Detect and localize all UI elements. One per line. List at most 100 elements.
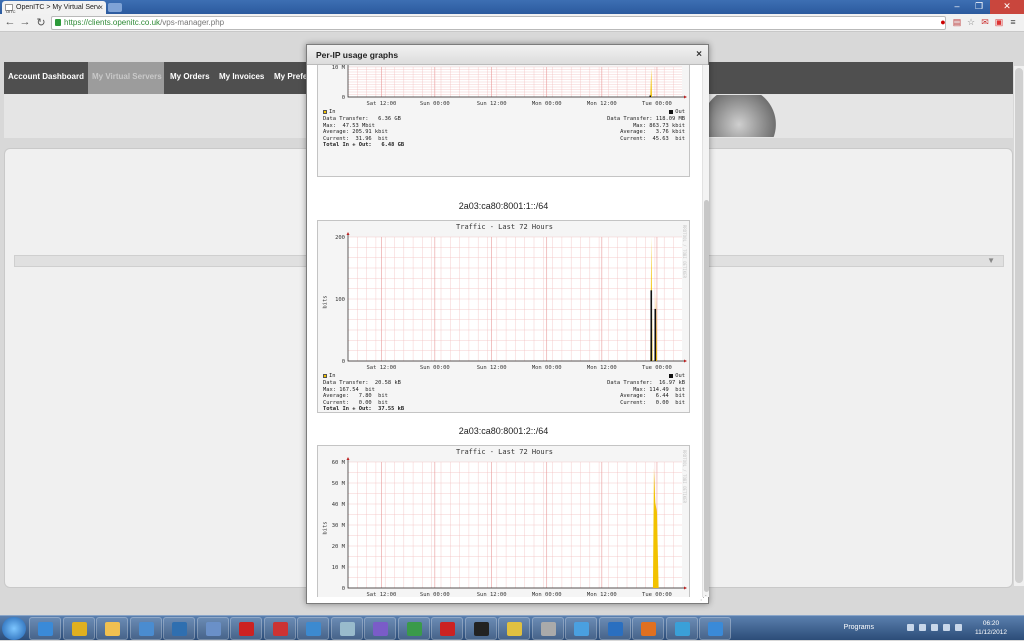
nav-account-dashboard[interactable]: Account Dashboard bbox=[4, 62, 88, 94]
tray-security-icon[interactable] bbox=[943, 624, 950, 631]
x-tick-label: Sun 12:00 bbox=[477, 365, 507, 371]
globe-graphic bbox=[707, 95, 787, 137]
tab-title: OpenITC > My Virtual Serv bbox=[16, 4, 100, 11]
bookmark-star-icon[interactable]: ☆ bbox=[966, 17, 976, 28]
window-close-button[interactable]: ✕ bbox=[990, 0, 1024, 14]
page-scroll-thumb[interactable] bbox=[1015, 68, 1023, 583]
browser-toolbar: ← → ↻ https://clients.openitc.co.uk/vps-… bbox=[0, 14, 1024, 32]
modal-scrollbar[interactable] bbox=[702, 65, 709, 597]
y-tick-label: 100 bbox=[335, 297, 345, 303]
y-axis-arrow bbox=[346, 232, 350, 235]
taskbar-app-18[interactable] bbox=[632, 617, 664, 640]
forward-arrow-icon[interactable]: → bbox=[18, 16, 32, 28]
out-statistics: Data Transfer: 118.09 MB Max: 863.73 kbi… bbox=[607, 116, 685, 142]
in-statistics: Data Transfer: 20.58 kB Max: 167.54 bit … bbox=[323, 380, 401, 406]
taskbar-app-5[interactable] bbox=[196, 617, 229, 640]
excel-icon bbox=[406, 622, 422, 636]
reload-icon[interactable]: ↻ bbox=[34, 16, 48, 29]
y-tick-label: 20 M bbox=[332, 544, 346, 550]
out-statistics: Data Transfer: 16.97 kB Max: 114.49 bit … bbox=[607, 380, 685, 406]
taskbar-app-15[interactable] bbox=[531, 617, 564, 640]
taskbar-app-14[interactable] bbox=[498, 617, 530, 640]
in-legend-swatch bbox=[323, 373, 327, 378]
nav-my-virtual-servers[interactable]: My Virtual Servers bbox=[88, 62, 164, 94]
extension-icon[interactable]: ▤ bbox=[952, 17, 962, 28]
rrdtool-watermark: RRDTOOL / TOBI OETIKER bbox=[682, 225, 687, 278]
taskbar-app-19[interactable] bbox=[665, 617, 698, 640]
x-tick-label: Tue 00:00 bbox=[642, 365, 672, 371]
resize-grip-icon[interactable]: ⋰ bbox=[700, 594, 707, 602]
gmail-icon[interactable]: ✉ bbox=[980, 17, 990, 28]
in-legend-swatch bbox=[323, 109, 327, 114]
chevron-down-icon[interactable]: ▼ bbox=[987, 256, 995, 265]
tray-volume-icon[interactable] bbox=[931, 624, 938, 631]
site-favicon-icon: OITC bbox=[5, 4, 16, 14]
y-axis-label: bits bbox=[322, 295, 329, 309]
ip-prefix-heading: 2a03:ca80:8001:2::/64 bbox=[458, 426, 549, 436]
in-legend-label: In bbox=[329, 109, 336, 115]
out-legend-swatch bbox=[669, 373, 674, 378]
new-tab-button[interactable] bbox=[108, 3, 122, 12]
traffic-graph: 10 M 0 Sat 12:00 Sun 00:00 Sun 12:00 Mon 00:0… bbox=[317, 65, 690, 177]
taskbar-app-10[interactable] bbox=[364, 617, 396, 640]
taskbar-app-16[interactable] bbox=[565, 617, 597, 640]
out-series-bar bbox=[650, 290, 653, 361]
total-in-out: Total In + Out: 37.55 kB bbox=[323, 406, 405, 412]
extension-badge-icon[interactable]: ▣ bbox=[994, 17, 1004, 28]
chrome-icon bbox=[71, 622, 87, 636]
modal-scroll-thumb[interactable] bbox=[704, 200, 709, 592]
taskbar-app-6[interactable] bbox=[230, 617, 262, 640]
modal-close-button[interactable]: × bbox=[696, 45, 702, 65]
in-legend: In bbox=[323, 373, 336, 380]
address-bar[interactable]: https://clients.openitc.co.uk/vps-manage… bbox=[51, 16, 946, 30]
tray-network-icon[interactable] bbox=[919, 624, 926, 631]
tray-power-icon[interactable] bbox=[955, 624, 962, 631]
taskbar-app-9[interactable] bbox=[330, 617, 363, 640]
ip-prefix-heading: 2a03:ca80:8001:1::/64 bbox=[458, 201, 549, 211]
url-path: /vps-manager.php bbox=[160, 18, 225, 27]
out-legend-label: Out bbox=[675, 373, 685, 379]
taskbar-app-1[interactable] bbox=[62, 617, 95, 640]
clock-time: 06:20 bbox=[982, 620, 1000, 627]
back-arrow-icon[interactable]: ← bbox=[3, 16, 17, 28]
taskbar-app-4[interactable] bbox=[163, 617, 195, 640]
y-tick-label: 30 M bbox=[332, 523, 346, 529]
filezilla-icon bbox=[440, 622, 455, 636]
nav-my-invoices[interactable]: My Invoices bbox=[215, 62, 268, 94]
x-tick-label: Tue 00:00 bbox=[642, 101, 672, 107]
out-series-bar bbox=[654, 308, 657, 361]
traffic-graph: 200 100 0 Sat 12:00 Sun 00:00 Sun 12:00 Mon 00… bbox=[317, 220, 690, 413]
taskbar-app-2[interactable] bbox=[96, 617, 128, 640]
menu-icon[interactable]: ≡ bbox=[1008, 17, 1018, 28]
taskbar-app-13[interactable] bbox=[464, 617, 497, 640]
y-axis-label: bits bbox=[322, 521, 329, 535]
maximize-button[interactable]: ❐ bbox=[968, 0, 990, 14]
start-button[interactable] bbox=[2, 617, 26, 640]
page-scrollbar[interactable] bbox=[1014, 66, 1024, 586]
taskbar-app-7[interactable] bbox=[263, 617, 296, 640]
out-legend: Out bbox=[669, 109, 685, 116]
taskbar-app-20[interactable] bbox=[699, 617, 731, 640]
taskbar-app-3[interactable] bbox=[129, 617, 162, 640]
sticky-notes-icon bbox=[507, 622, 522, 636]
taskbar-app-0[interactable] bbox=[29, 617, 61, 640]
y-tick-label: 0 bbox=[342, 586, 345, 592]
taskbar-app-12[interactable] bbox=[431, 617, 463, 640]
modal-body: 10 M 0 Sat 12:00 Sun 00:00 Sun 12:00 Mon 00:0… bbox=[307, 65, 700, 597]
browser-tab[interactable]: OITC OpenITC > My Virtual Serv × bbox=[2, 1, 106, 14]
nav-my-orders[interactable]: My Orders bbox=[166, 62, 214, 94]
clock[interactable]: 06:20 11/12/2012 bbox=[966, 619, 1016, 637]
url-host: https://clients.openitc.co.uk bbox=[64, 18, 161, 27]
x-tick-label: Sun 00:00 bbox=[420, 101, 450, 107]
stop-icon[interactable]: ● bbox=[938, 17, 948, 28]
folder-icon bbox=[641, 622, 656, 636]
tray-arrow-icon[interactable] bbox=[907, 624, 914, 631]
minimize-button[interactable]: ‒ bbox=[946, 0, 968, 14]
taskbar-app-8[interactable] bbox=[297, 617, 329, 640]
tab-close-icon[interactable]: × bbox=[98, 1, 103, 14]
programs-toolbar[interactable]: Programs bbox=[844, 624, 874, 631]
taskbar-app-17[interactable] bbox=[598, 617, 631, 640]
taskbar-app-11[interactable] bbox=[397, 617, 430, 640]
x-axis-arrow bbox=[684, 95, 687, 99]
in-legend-label: In bbox=[329, 373, 336, 379]
